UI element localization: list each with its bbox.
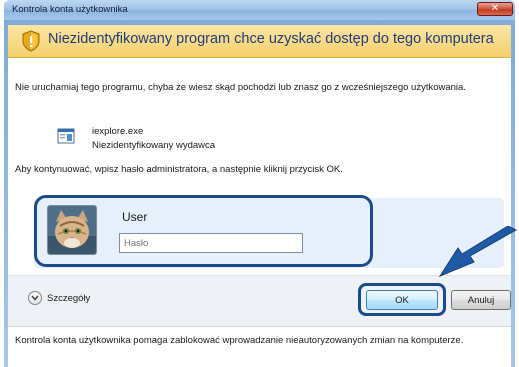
warning-message: Nie uruchamiaj tego programu, chyba że w… [15,82,466,93]
close-button[interactable]: ✕ [477,2,513,16]
program-publisher: Niezidentyfikowany wydawca [92,140,216,151]
shield-warning-icon [22,30,40,52]
cancel-button[interactable]: Anuluj [451,290,511,310]
chevron-down-icon [28,291,42,305]
uac-dialog-window: Kontrola konta użytkownika ✕ Niezidentyf… [4,0,515,367]
credential-highlight-outline [34,195,373,267]
pointer-arrow [438,226,518,278]
details-label: Szczegóły [47,292,91,304]
footer: Kontrola konta użytkownika pomaga zablok… [8,326,511,367]
banner-heading: Niezidentyfikowany program chce uzyskać … [48,31,494,47]
program-icon [57,128,75,144]
program-name: iexplore.exe [92,126,144,137]
ok-button[interactable]: OK [366,290,438,310]
title-bar: Kontrola konta użytkownika ✕ [4,0,515,20]
details-toggle[interactable]: Szczegóły [28,290,90,306]
footer-text: Kontrola konta użytkownika pomaga zablok… [15,335,464,346]
window-title: Kontrola konta użytkownika [12,4,128,15]
instruction-text: Aby kontynuować, wpisz hasło administrat… [15,164,343,175]
warning-banner: Niezidentyfikowany program chce uzyskać … [8,25,511,58]
